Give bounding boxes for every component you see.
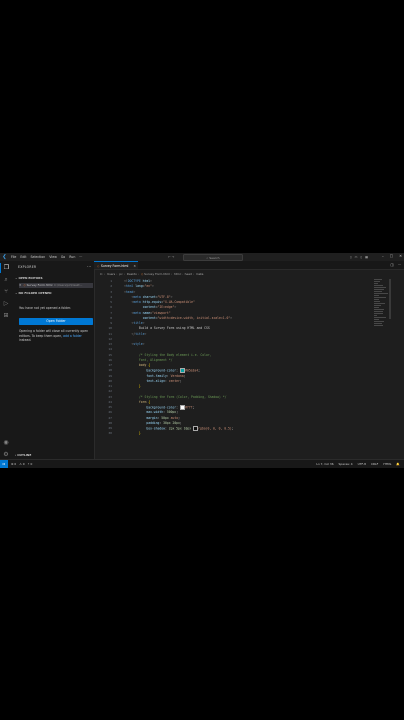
breadcrumb-item[interactable]: head (185, 272, 192, 276)
minimap[interactable] (374, 279, 388, 339)
open-editor-name: Survey Form.html (26, 283, 53, 288)
breadcrumb-item[interactable]: Users (107, 272, 115, 276)
breadcrumb: C:› Users› pc› Deskto› ◇ Survey Form.htm… (100, 272, 204, 276)
cursor-position[interactable]: Ln 7, Col 36 (316, 462, 333, 466)
indentation[interactable]: Spaces: 4 (339, 462, 353, 466)
menu-run[interactable]: Run (69, 255, 75, 259)
breadcrumb-item[interactable]: C: (100, 272, 103, 276)
open-editor-path: C:\Users\pc\Deskt... (53, 283, 83, 288)
no-folder-header[interactable]: ⌄ NO FOLDER OPENED (15, 291, 52, 295)
breadcrumb-item[interactable]: Survey Form.html (144, 272, 170, 276)
nav-arrows[interactable]: ← → (168, 255, 174, 259)
search-icon: ⌕ (206, 255, 209, 260)
menu-go[interactable]: Go (61, 255, 65, 259)
code-line: } (138, 431, 141, 436)
status-left: ⊗ 0 ⚠ 0 ⚡ 0 (11, 462, 32, 466)
editor-actions: ◫ ··· (391, 263, 401, 267)
more-actions-icon[interactable]: ··· (87, 264, 91, 269)
window-controls: – □ ✕ (382, 254, 402, 258)
customize-layout-icon[interactable]: ▦ (365, 255, 368, 259)
extensions-icon[interactable]: ⊞ (0, 311, 12, 321)
warnings-count[interactable]: ⚠ 0 (19, 462, 24, 466)
notifications-bell-icon[interactable]: 🔔 (396, 462, 400, 466)
layout-controls: ▯ ▭ ▯ ▦ (350, 255, 368, 259)
editor-tabs: ◇ Survey Form.html ✕ ◫ ··· (94, 261, 404, 270)
html-file-icon: ◇ (140, 272, 144, 276)
vscode-logo-icon: ❮ (2, 254, 7, 260)
search-icon[interactable]: ⌕ (0, 275, 12, 285)
command-center-label: Search (209, 255, 220, 260)
encoding[interactable]: UTF-8 (358, 462, 366, 466)
breadcrumb-item[interactable]: meta (196, 272, 204, 276)
menu-selection[interactable]: Selection (31, 255, 46, 259)
language-mode[interactable]: HTML (383, 462, 391, 466)
tab-label: Survey Form.html (100, 263, 129, 268)
errors-count[interactable]: ⊗ 0 (11, 462, 16, 466)
account-icon[interactable]: ◉ (0, 438, 12, 448)
line-number-gutter: 1 2 3 4 5 6 7 8 9 10 11 12 13 14 15 16 1… (94, 279, 112, 437)
menu-more-icon[interactable]: ··· (79, 255, 82, 259)
menu-view[interactable]: View (49, 255, 57, 259)
run-debug-icon[interactable]: ▷ (0, 299, 12, 309)
close-icon[interactable]: ✕ (133, 264, 136, 268)
close-icon[interactable]: ✕ (19, 283, 21, 287)
toggle-panel-icon[interactable]: ▭ (355, 255, 358, 259)
source-control-icon[interactable]: ⑂ (0, 287, 12, 297)
vertical-scrollbar[interactable] (389, 279, 391, 319)
status-bar: ⋈ ⊗ 0 ⚠ 0 ⚡ 0 Ln 7, Col 36 Spaces: 4 UTF… (0, 459, 404, 468)
tab-survey-form[interactable]: ◇ Survey Form.html ✕ (94, 261, 138, 269)
ports-count[interactable]: ⚡ 0 (28, 462, 33, 466)
add-folder-link[interactable]: add a folder (63, 334, 82, 338)
menu-bar: File Edit Selection View Go Run ··· (11, 255, 82, 259)
breadcrumb-item[interactable]: Deskto (127, 272, 137, 276)
split-editor-icon[interactable]: ◫ (391, 263, 394, 267)
open-editor-item[interactable]: ✕ ◇ Survey Form.html C:\Users\pc\Deskt..… (19, 283, 93, 288)
toggle-sidebar-icon[interactable]: ▯ (350, 255, 352, 259)
close-icon[interactable]: ✕ (399, 254, 402, 258)
open-folder-button[interactable]: Open Folder (19, 318, 93, 325)
status-right: Ln 7, Col 36 Spaces: 4 UTF-8 CRLF HTML 🔔 (316, 462, 400, 466)
minimize-icon[interactable]: – (382, 254, 384, 258)
line-number: 30 (108, 431, 112, 436)
open-editors-header[interactable]: ⌄ OPEN EDITORS (15, 276, 43, 280)
outline-header[interactable]: › OUTLINE (15, 453, 31, 457)
explorer-sidebar: EXPLORER ··· ⌄ OPEN EDITORS ✕ ◇ Survey F… (12, 261, 95, 463)
maximize-icon[interactable]: □ (390, 254, 393, 258)
toggle-secondary-sidebar-icon[interactable]: ▯ (361, 255, 363, 259)
more-actions-icon[interactable]: ··· (398, 263, 401, 267)
menu-edit[interactable]: Edit (20, 255, 26, 259)
line-ending[interactable]: CRLF (371, 462, 378, 466)
remote-icon[interactable]: ⋈ (0, 460, 8, 468)
no-folder-message: You have not yet opened a folder. (19, 306, 72, 310)
html-file-icon: ◇ (97, 263, 100, 268)
code-editor[interactable]: 1 2 3 4 5 6 7 8 9 10 11 12 13 14 15 16 1… (94, 279, 374, 460)
html-file-icon: ◇ (23, 283, 26, 288)
explorer-files-icon[interactable]: ❐ (0, 263, 12, 273)
breadcrumb-item[interactable]: html (174, 272, 181, 276)
sidebar-title: EXPLORER (18, 265, 37, 269)
menu-file[interactable]: File (11, 255, 16, 259)
close-editors-message: Opening a folder will close all currentl… (19, 329, 89, 343)
vscode-window: ❮ File Edit Selection View Go Run ··· ← … (0, 253, 404, 468)
code-lines: <!DOCTYPE html> <html lang="en"> <head> … (124, 279, 234, 437)
breadcrumb-item[interactable]: pc (119, 272, 122, 276)
